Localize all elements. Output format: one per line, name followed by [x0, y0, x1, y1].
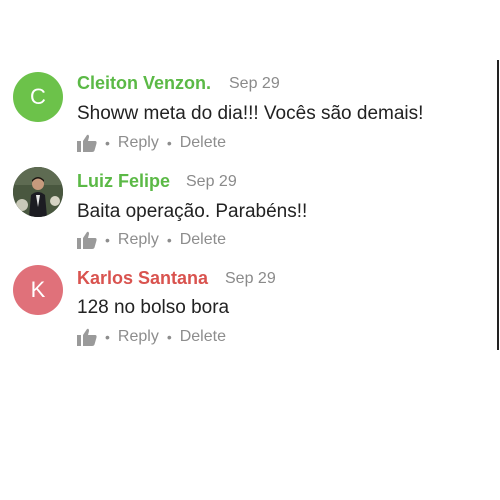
comment-text: Baita operação. Parabéns!!: [77, 201, 308, 222]
thumbs-up-icon[interactable]: [77, 231, 97, 249]
separator: •: [166, 135, 172, 151]
comment-date: Sep 29: [225, 270, 276, 287]
comment-author[interactable]: Karlos Santana: [77, 268, 208, 289]
comment-actions: • Reply • Delete: [77, 328, 226, 346]
avatar[interactable]: [13, 167, 63, 217]
avatar[interactable]: K: [13, 265, 63, 315]
separator: •: [105, 329, 110, 345]
avatar-initial: C: [30, 84, 46, 109]
separator: •: [166, 232, 172, 248]
separator: •: [105, 135, 110, 151]
avatar-initial: K: [30, 277, 46, 302]
comment-item: K Karlos Santana Sep 29 128 no bolso bor…: [0, 254, 490, 350]
separator: •: [166, 329, 172, 345]
right-edge-divider: [497, 60, 499, 350]
delete-button[interactable]: Delete: [180, 134, 226, 152]
comment-author[interactable]: Cleiton Venzon.: [77, 73, 211, 94]
reply-button[interactable]: Reply: [118, 328, 159, 346]
comment-author[interactable]: Luiz Felipe: [77, 171, 170, 192]
thumbs-up-icon[interactable]: [77, 328, 97, 346]
delete-button[interactable]: Delete: [180, 328, 226, 346]
user-photo-icon: [13, 167, 63, 217]
comment-text: 128 no bolso bora: [77, 297, 230, 318]
comment-item: Luiz Felipe Sep 29 Baita operação. Parab…: [0, 157, 490, 253]
comment-date: Sep 29: [186, 173, 237, 190]
comments-page: C Cleiton Venzon. Sep 29 Showw meta do d…: [0, 0, 500, 500]
thumbs-up-icon[interactable]: [77, 134, 97, 152]
comment-item: C Cleiton Venzon. Sep 29 Showw meta do d…: [0, 60, 490, 156]
comment-actions: • Reply • Delete: [77, 231, 226, 249]
separator: •: [105, 232, 110, 248]
delete-button[interactable]: Delete: [180, 231, 226, 249]
avatar[interactable]: C: [13, 72, 63, 122]
comment-date: Sep 29: [229, 75, 280, 92]
comment-actions: • Reply • Delete: [77, 134, 226, 152]
comment-text: Showw meta do dia!!! Vocês são demais!: [77, 103, 424, 124]
reply-button[interactable]: Reply: [118, 134, 159, 152]
reply-button[interactable]: Reply: [118, 231, 159, 249]
